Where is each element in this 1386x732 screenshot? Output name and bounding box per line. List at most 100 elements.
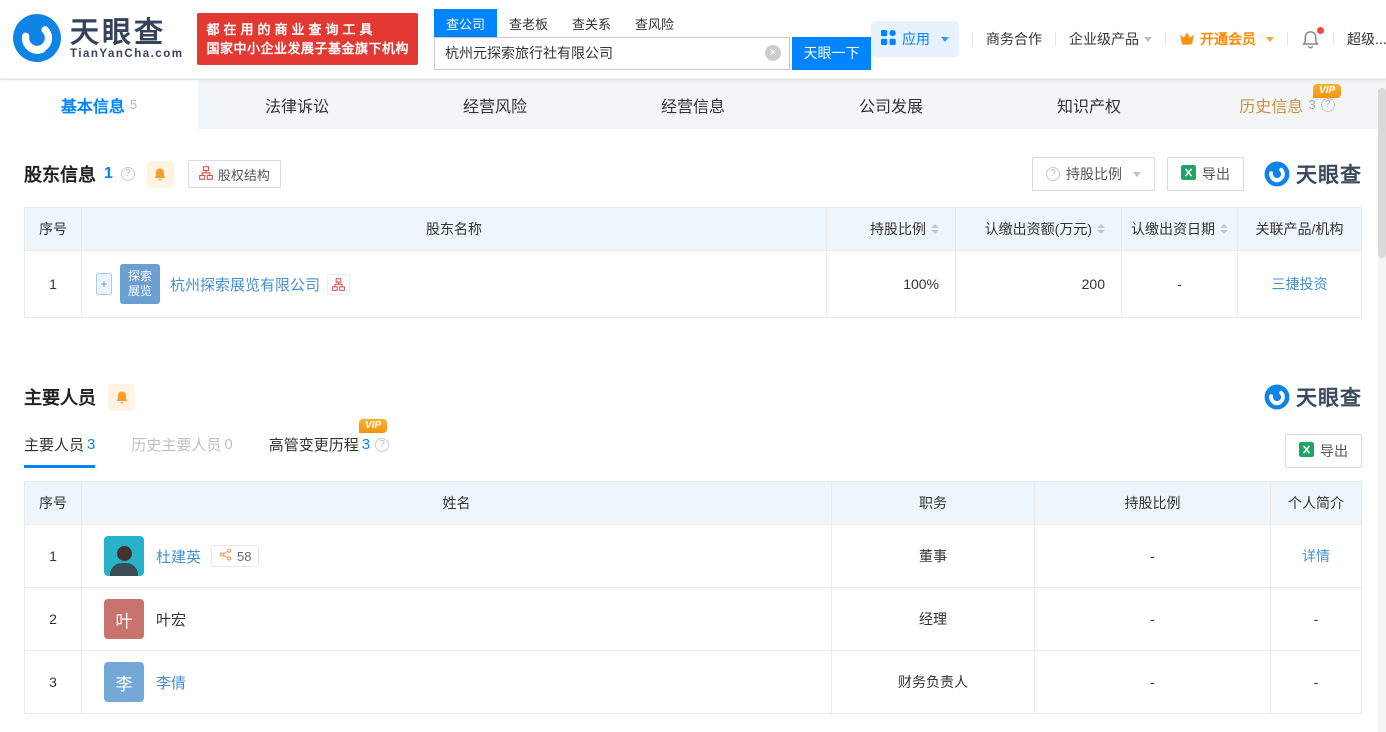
col-related-products: 关联产品/机构 — [1237, 208, 1361, 250]
nav-divider — [1054, 32, 1056, 46]
profile-detail-link[interactable]: 详情 — [1302, 546, 1330, 566]
equity-structure-label: 股权结构 — [217, 167, 270, 183]
monitor-bell-button[interactable] — [108, 383, 135, 411]
monitor-bell-button[interactable] — [146, 160, 174, 188]
ratio-value: - — [1034, 525, 1270, 587]
related-product-link[interactable]: 三捷投资 — [1272, 274, 1328, 294]
brand-domain: TianYanCha.com — [70, 48, 184, 60]
nav-apps[interactable]: 应用 — [870, 21, 959, 57]
staff-section: 主要人员 天眼查 主要人员 3 历史主要人员 0 VIP 高管变更历程 3 ? … — [0, 380, 1386, 714]
tianyancha-logo[interactable]: 天眼查 TianYanCha.com — [12, 13, 183, 66]
person-initial-avatar[interactable]: 叶 — [104, 599, 144, 639]
nav-cooperation[interactable]: 商务合作 — [986, 29, 1042, 49]
chevron-down-icon — [1265, 36, 1274, 42]
search-box: ✕ — [433, 36, 790, 70]
vertical-scrollbar[interactable] — [1378, 80, 1386, 732]
subtab-label: 高管变更历程 — [268, 437, 359, 454]
excel-icon — [1299, 442, 1314, 460]
excel-icon — [1181, 165, 1196, 183]
person-photo-avatar[interactable] — [104, 536, 144, 576]
row-index: 1 — [49, 548, 57, 564]
staff-title: 主要人员 — [24, 388, 96, 408]
company-avatar[interactable]: 探索 展览 — [120, 264, 160, 304]
col-holding-ratio: 持股比例 — [1034, 482, 1270, 524]
nav-enterprise[interactable]: 企业级产品 — [1069, 29, 1152, 49]
watermark-text: 天眼查 — [1296, 164, 1362, 187]
col-shareholder-name: 股东名称 — [81, 208, 826, 250]
help-icon[interactable]: ? — [1320, 97, 1335, 112]
search-tab-relation[interactable]: 查关系 — [560, 9, 623, 37]
tianyancha-logo-icon — [1264, 161, 1290, 187]
staff-name-cell: 叶 叶宏 — [81, 588, 831, 650]
expand-button[interactable]: + — [96, 273, 112, 295]
scrollbar-thumb[interactable] — [1378, 88, 1386, 258]
tab-label: 法律诉讼 — [264, 98, 329, 116]
top-bar: 天眼查 TianYanCha.com 都在用的商业查询工具 国家中小企业发展子基… — [0, 0, 1386, 79]
search-button[interactable]: 天眼一下 — [791, 36, 871, 70]
tab-legal[interactable]: 法律诉讼 — [198, 80, 396, 129]
row-index: 3 — [49, 674, 57, 690]
search-input[interactable] — [444, 45, 765, 61]
shareholder-company-link[interactable]: 杭州探索展览有限公司 — [170, 274, 320, 295]
person-name-link[interactable]: 杜建英 — [156, 546, 201, 567]
tab-company-development[interactable]: 公司发展 — [792, 80, 990, 129]
position-value: 董事 — [831, 525, 1034, 587]
staff-name-cell: 李 李倩 — [81, 651, 831, 713]
notification-bell-icon[interactable] — [1301, 26, 1324, 49]
tab-operation-info[interactable]: 经营信息 — [594, 80, 792, 129]
help-icon[interactable]: ? — [375, 437, 390, 452]
tab-label: 历史信息 — [1239, 98, 1304, 116]
sort-icon[interactable] — [931, 224, 939, 234]
subtab-label: 历史主要人员 — [131, 437, 222, 454]
network-icon — [219, 548, 232, 564]
equity-structure-button[interactable]: 股权结构 — [187, 160, 281, 188]
subtab-history-staff[interactable]: 历史主要人员 0 — [131, 434, 232, 468]
nav-membership[interactable]: 开通会员 — [1179, 29, 1274, 49]
nav-account[interactable]: 超级... — [1347, 29, 1386, 49]
staff-row: 2 叶 叶宏 经理 - - — [25, 587, 1361, 650]
person-initial-avatar[interactable]: 李 — [104, 662, 144, 702]
equity-structure-mini-button[interactable] — [327, 273, 351, 295]
tab-intellectual-property[interactable]: 知识产权 — [990, 80, 1188, 129]
position-value: 经理 — [831, 588, 1034, 650]
subtab-count: 0 — [224, 436, 233, 453]
tab-basic-info[interactable]: 基本信息 5 — [0, 80, 198, 129]
tab-operation-risk[interactable]: 经营风险 — [396, 80, 594, 129]
subscribed-date-value: - — [1121, 251, 1237, 317]
tianyancha-logo-icon — [1264, 384, 1290, 410]
ratio-value: - — [1034, 651, 1270, 713]
subtab-executive-changes[interactable]: VIP 高管变更历程 3 ? — [268, 419, 390, 468]
holding-ratio-dropdown[interactable]: ? 持股比例 — [1032, 157, 1155, 191]
search-tab-boss[interactable]: 查老板 — [497, 9, 560, 37]
shareholders-count: 1 — [104, 165, 113, 182]
sort-icon[interactable] — [1097, 224, 1105, 234]
tab-history-info[interactable]: VIP 历史信息 3 ? — [1188, 80, 1386, 129]
staff-name-cell: 杜建英 58 — [81, 525, 831, 587]
search-tab-company[interactable]: 查公司 — [433, 8, 497, 37]
staff-row: 3 李 李倩 财务负责人 - - — [25, 650, 1361, 713]
tianyancha-watermark: 天眼查 — [1264, 382, 1362, 412]
subtab-label: 主要人员 — [24, 437, 85, 454]
shareholder-row: 1 + 探索 展览 杭州探索展览有限公司 100% 200 - 三捷投资 — [25, 250, 1361, 317]
crown-icon — [1179, 31, 1195, 48]
relations-badge[interactable]: 58 — [211, 545, 260, 567]
export-button[interactable]: 导出 — [1285, 434, 1362, 468]
search-tab-risk[interactable]: 查风险 — [623, 9, 686, 37]
nav-divider — [1332, 32, 1334, 46]
staff-row: 1 杜建英 58 董事 - 详情 — [25, 524, 1361, 587]
shareholders-section: 股东信息 1 ? 股权结构 ? 持股比例 导出 天眼查 序号 股东名称 持股比例… — [0, 157, 1386, 318]
clear-search-icon[interactable]: ✕ — [764, 45, 781, 61]
staff-table: 序号 姓名 职务 持股比例 个人简介 1 杜建英 58 董事 - 详情 2 叶 … — [24, 481, 1362, 714]
help-icon[interactable]: ? — [120, 167, 135, 181]
export-button[interactable]: 导出 — [1167, 157, 1244, 191]
subtab-key-staff[interactable]: 主要人员 3 — [24, 434, 96, 468]
subtab-count: 3 — [87, 436, 96, 453]
nav-divider — [971, 32, 973, 46]
brand-name: 天眼查 — [70, 17, 167, 49]
col-index: 序号 — [39, 221, 67, 237]
chevron-down-icon — [1133, 171, 1141, 177]
col-position: 职务 — [831, 482, 1034, 524]
person-name-link[interactable]: 李倩 — [156, 672, 186, 693]
sort-icon[interactable] — [1220, 224, 1228, 234]
col-subscribed-date: 认缴出资日期 — [1121, 208, 1237, 250]
